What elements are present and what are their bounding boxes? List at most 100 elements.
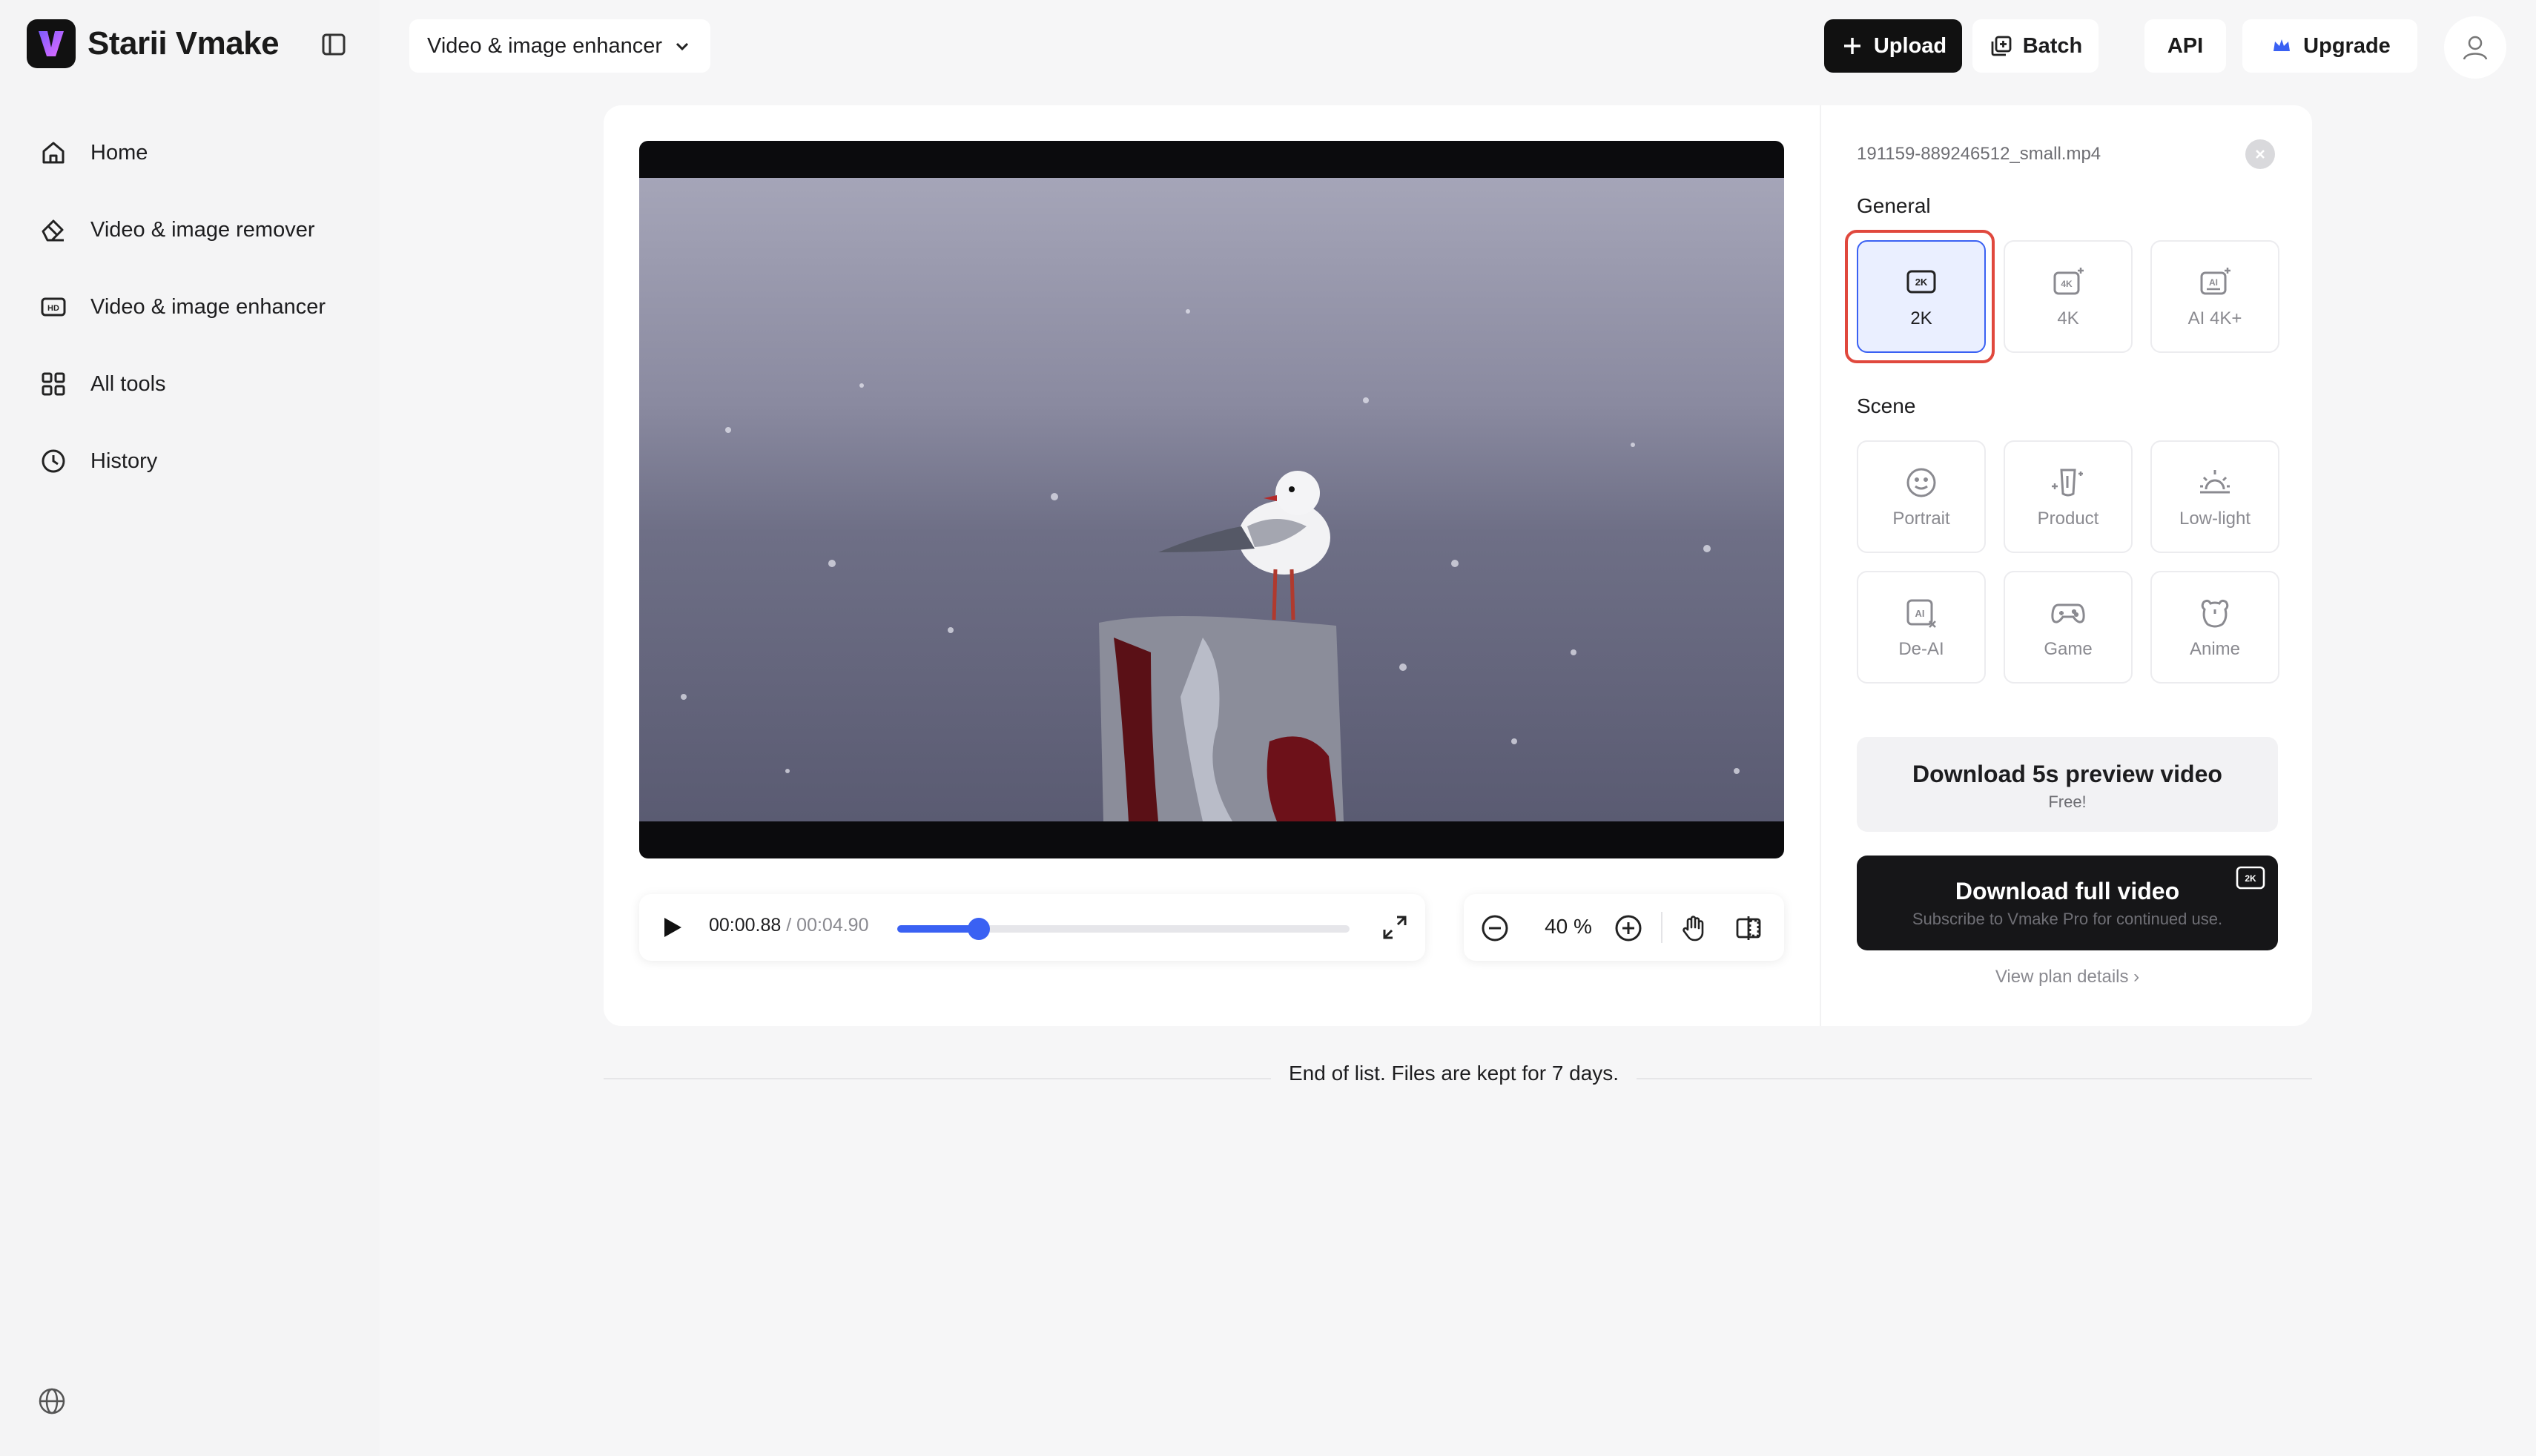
batch-button[interactable]: Batch xyxy=(1972,19,2099,73)
sidebar-item-label: Home xyxy=(90,140,148,165)
option-label: AI 4K+ xyxy=(2187,308,2242,328)
api-button[interactable]: API xyxy=(2144,19,2226,73)
duration: / 00:04.90 xyxy=(786,915,869,936)
product-icon xyxy=(2050,464,2087,501)
svg-text:AI: AI xyxy=(2209,277,2218,288)
option-label: De-AI xyxy=(1898,639,1944,659)
scene-product[interactable]: Product xyxy=(2004,440,2133,553)
download-full-sub: Subscribe to Vmake Pro for continued use… xyxy=(1912,910,2223,928)
globe-icon[interactable] xyxy=(37,1386,67,1416)
vmake-logo-icon xyxy=(27,19,76,68)
svg-text:4K: 4K xyxy=(2061,279,2073,289)
home-icon xyxy=(39,138,68,168)
sunrise-icon xyxy=(2196,464,2233,501)
brand[interactable]: Starii Vmake xyxy=(27,19,280,68)
tool-select-value: Video & image enhancer xyxy=(427,33,663,58)
de-ai-icon: AI xyxy=(1903,595,1940,632)
sidebar-item-all-tools[interactable]: All tools xyxy=(27,348,353,420)
current-time: 00:00.88 xyxy=(709,915,782,936)
download-full-button[interactable]: 2K Download full video Subscribe to Vmak… xyxy=(1857,856,2278,950)
scene-section-label: Scene xyxy=(1857,394,1916,417)
timecode: 00:00.88 / 00:04.90 xyxy=(709,915,869,936)
sidebar-item-label: History xyxy=(90,449,158,473)
upload-label: Upload xyxy=(1873,33,1947,58)
panel-divider xyxy=(1820,105,1821,1026)
clock-icon xyxy=(39,446,68,476)
end-of-list-text: End of list. Files are kept for 7 days. xyxy=(1271,1062,1637,1085)
play-icon[interactable] xyxy=(658,914,685,941)
sidebar-item-label: Video & image remover xyxy=(90,217,315,242)
sidebar-item-remover[interactable]: Video & image remover xyxy=(27,194,353,265)
scene-low-light[interactable]: Low-light xyxy=(2150,440,2279,553)
hand-pan-icon[interactable] xyxy=(1679,913,1708,943)
sidebar: Starii Vmake Home Video & image remover … xyxy=(0,0,380,1456)
option-label: 4K xyxy=(2057,308,2079,328)
smile-icon xyxy=(1903,464,1940,501)
scene-game[interactable]: Game xyxy=(2004,571,2133,684)
sidebar-item-history[interactable]: History xyxy=(27,426,353,497)
option-label: Portrait xyxy=(1892,509,1950,529)
close-icon[interactable] xyxy=(2245,139,2275,169)
playback-controls: 00:00.88 / 00:04.90 xyxy=(639,894,1425,961)
hd-icon: HD xyxy=(39,292,68,322)
tool-select-dropdown[interactable]: Video & image enhancer xyxy=(409,19,710,73)
upgrade-label: Upgrade xyxy=(2303,33,2391,58)
user-icon xyxy=(2463,36,2488,60)
upgrade-button[interactable]: Upgrade xyxy=(2242,19,2417,73)
sidebar-item-label: Video & image enhancer xyxy=(90,294,326,319)
zoom-level: 40 % xyxy=(1545,915,1592,938)
general-section-label: General xyxy=(1857,194,1931,217)
option-label: Anime xyxy=(2189,639,2241,659)
sidebar-nav: Home Video & image remover HD Video & im… xyxy=(27,117,353,503)
api-label: API xyxy=(2167,33,2204,58)
bear-icon xyxy=(2196,595,2233,632)
upload-button[interactable]: Upload xyxy=(1824,19,1962,73)
ai-ultra-icon: AI xyxy=(2196,264,2233,301)
svg-text:2K: 2K xyxy=(2245,873,2256,884)
download-preview-title: Download 5s preview video xyxy=(1912,761,2222,787)
zoom-out-icon[interactable] xyxy=(1480,913,1510,943)
seek-bar-progress xyxy=(897,925,979,933)
eraser-icon xyxy=(39,215,68,245)
zoom-in-icon[interactable] xyxy=(1614,913,1643,943)
video-preview[interactable] xyxy=(639,141,1784,858)
download-full-title: Download full video xyxy=(1955,878,2180,904)
batch-icon xyxy=(1989,33,2014,59)
sidebar-toggle-icon[interactable] xyxy=(320,31,347,58)
scene-de-ai[interactable]: AI De-AI xyxy=(1857,571,1986,684)
batch-label: Batch xyxy=(2022,33,2083,58)
svg-text:HD: HD xyxy=(47,304,59,313)
2k-badge-icon: 2K xyxy=(2236,866,2265,890)
zoom-divider xyxy=(1661,912,1662,943)
download-preview-sub: Free! xyxy=(2048,792,2087,811)
seek-bar[interactable] xyxy=(897,918,1350,940)
avatar[interactable] xyxy=(2444,16,2506,79)
option-4k[interactable]: 4K 4K xyxy=(2004,240,2133,353)
video-frame-image xyxy=(639,178,1784,821)
compare-split-icon[interactable] xyxy=(1734,913,1763,943)
file-name: 191159-889246512_small.mp4 xyxy=(1857,144,2101,164)
download-preview-button[interactable]: Download 5s preview video Free! xyxy=(1857,737,2278,832)
plus-icon xyxy=(1840,33,1865,59)
zoom-controls: 40 % xyxy=(1464,894,1784,961)
view-plan-link[interactable]: View plan details › xyxy=(1857,967,2278,987)
editor-card: 00:00.88 / 00:04.90 40 % 191159-88924651… xyxy=(604,105,2312,1026)
option-label: Game xyxy=(2044,639,2093,659)
selection-highlight xyxy=(1845,230,1995,363)
brand-name: Starii Vmake xyxy=(87,25,280,62)
option-label: Product xyxy=(2037,509,2099,529)
sidebar-item-label: All tools xyxy=(90,371,166,396)
4k-icon: 4K xyxy=(2050,264,2087,301)
option-ai-4k-plus[interactable]: AI AI 4K+ xyxy=(2150,240,2279,353)
seek-handle[interactable] xyxy=(967,918,990,940)
fullscreen-icon[interactable] xyxy=(1381,913,1409,942)
grid-icon xyxy=(39,369,68,399)
scene-anime[interactable]: Anime xyxy=(2150,571,2279,684)
svg-text:AI: AI xyxy=(1915,608,1925,619)
crown-icon xyxy=(2269,33,2294,59)
sidebar-item-enhancer[interactable]: HD Video & image enhancer xyxy=(27,271,353,343)
sidebar-item-home[interactable]: Home xyxy=(27,117,353,188)
gamepad-icon xyxy=(2050,595,2087,632)
chevron-down-icon xyxy=(673,36,692,56)
scene-portrait[interactable]: Portrait xyxy=(1857,440,1986,553)
